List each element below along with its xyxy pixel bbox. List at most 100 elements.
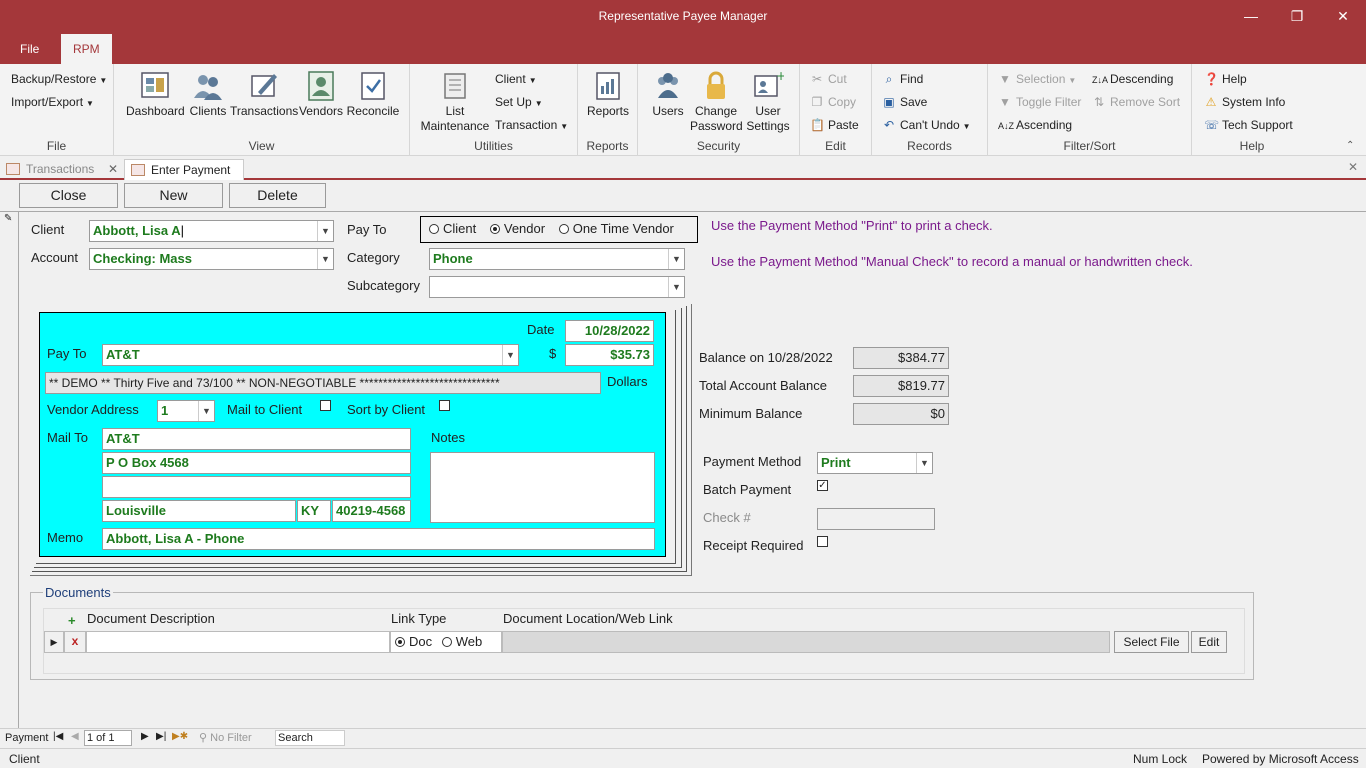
state-field[interactable]: KY [297, 500, 331, 522]
chevron-down-icon[interactable]: ▼ [668, 277, 684, 297]
close-window-button[interactable]: ✕ [1320, 0, 1366, 32]
copy-button[interactable]: ❐ Copy [810, 93, 856, 111]
edit-document-button[interactable]: Edit [1191, 631, 1227, 653]
chevron-down-icon[interactable]: ▼ [916, 453, 932, 473]
link-web-radio[interactable]: Web [441, 634, 482, 649]
first-record-icon[interactable]: |◀ [53, 731, 63, 742]
record-selector[interactable]: ✎ [0, 212, 19, 728]
date-field[interactable]: 10/28/2022 [565, 320, 654, 342]
list-maintenance-icon [439, 70, 471, 102]
city-field[interactable]: Louisville [102, 500, 296, 522]
descending-button[interactable]: Z↓A Descending [1092, 70, 1173, 88]
find-button[interactable]: ⌕ Find [882, 70, 924, 88]
mail-to-client-checkbox[interactable] [320, 400, 331, 411]
help-button[interactable]: ❓ Help [1204, 70, 1247, 88]
payto-client-radio[interactable]: Client [429, 221, 476, 236]
tab-rpm[interactable]: RPM [61, 34, 112, 64]
import-export-button[interactable]: Import/Export ▼ [11, 93, 94, 111]
paste-button[interactable]: 📋 Paste [810, 116, 859, 134]
current-record-field[interactable]: 1 of 1 [84, 730, 132, 746]
minimize-button[interactable]: — [1228, 0, 1274, 32]
ribbon: Backup/Restore ▼ Import/Export ▼ File Dash… [0, 64, 1366, 156]
pencil-icon: ✎ [4, 213, 13, 224]
undo-button[interactable]: ↶ Can't Undo ▼ [882, 116, 971, 134]
collapse-ribbon-icon[interactable]: ⌃ [1346, 140, 1354, 151]
users-button[interactable]: Users [646, 70, 690, 119]
next-record-icon[interactable]: ▶ [141, 731, 149, 742]
no-filter-button[interactable]: ⚲ No Filter [199, 731, 252, 744]
document-description-field[interactable] [86, 631, 390, 653]
remove-sort-button[interactable]: ⇅ Remove Sort [1092, 93, 1180, 111]
search-input[interactable]: Search [275, 730, 345, 746]
clients-button[interactable]: Clients [186, 70, 230, 119]
setup-menu-button[interactable]: Set Up ▼ [495, 93, 543, 111]
mail-line1-field[interactable]: AT&T [102, 428, 411, 450]
reconcile-button[interactable]: Reconcile [344, 70, 402, 119]
transactions-button[interactable]: Transactions [230, 70, 298, 119]
group-label-security: Security [696, 139, 741, 153]
change-password-button[interactable]: Change Password [690, 70, 743, 134]
zip-field[interactable]: 40219-4568 [332, 500, 411, 522]
receipt-required-label: Receipt Required [703, 538, 804, 553]
doc-tab-transactions[interactable]: Transactions ✕ [0, 159, 124, 180]
tab-file[interactable]: File [8, 34, 51, 64]
amount-field[interactable]: $35.73 [565, 344, 654, 366]
new-record-icon[interactable]: ▶✱ [172, 731, 188, 742]
mail-line2-field[interactable]: P O Box 4568 [102, 452, 411, 474]
document-location-field [502, 631, 1110, 653]
chevron-down-icon[interactable]: ▼ [317, 249, 333, 269]
payment-method-combo[interactable]: Print ▼ [817, 452, 933, 474]
backup-restore-button[interactable]: Backup/Restore ▼ [11, 70, 107, 88]
vendor-address-combo[interactable]: 1 ▼ [157, 400, 215, 422]
memo-field[interactable]: Abbott, Lisa A - Phone [102, 528, 655, 550]
row-selector-icon[interactable]: ▶ [44, 631, 64, 653]
ascending-button[interactable]: A↓Z Ascending [998, 116, 1072, 134]
subcategory-combo[interactable]: ▼ [429, 276, 685, 298]
close-tab-icon[interactable]: ✕ [108, 159, 118, 179]
add-document-icon[interactable]: + [68, 613, 76, 628]
check-payto-label: Pay To [47, 346, 87, 361]
dashboard-button[interactable]: Dashboard [126, 70, 185, 119]
restore-button[interactable]: ❐ [1274, 0, 1320, 32]
batch-payment-checkbox[interactable]: ✓ [817, 480, 828, 491]
chevron-down-icon[interactable]: ▼ [502, 345, 518, 365]
notes-field[interactable] [430, 452, 655, 523]
close-document-icon[interactable]: ✕ [1348, 160, 1358, 174]
payment-method-label: Payment Method [703, 454, 802, 469]
transaction-menu-button[interactable]: Transaction ▼ [495, 116, 568, 134]
receipt-required-checkbox[interactable] [817, 536, 828, 547]
close-button[interactable]: Close [19, 183, 118, 208]
copy-icon: ❐ [811, 95, 823, 109]
link-doc-radio[interactable]: Doc [395, 634, 432, 649]
user-settings-button[interactable]: + User Settings [742, 69, 794, 134]
previous-record-icon[interactable]: ◀ [71, 731, 79, 742]
account-combo[interactable]: Checking: Mass ▼ [89, 248, 334, 270]
last-record-icon[interactable]: ▶| [156, 731, 166, 742]
window-title: Representative Payee Manager [598, 9, 768, 23]
client-menu-button[interactable]: Client ▼ [495, 70, 537, 88]
select-file-button[interactable]: Select File [1114, 631, 1189, 653]
delete-document-icon[interactable]: x [64, 631, 86, 653]
save-button[interactable]: ▣ Save [882, 93, 927, 111]
system-info-button[interactable]: ⚠ System Info [1204, 93, 1286, 111]
payto-one-time-vendor-radio[interactable]: One Time Vendor [558, 221, 674, 236]
delete-button[interactable]: Delete [229, 183, 326, 208]
cut-button[interactable]: ✂ Cut [810, 70, 847, 88]
category-combo[interactable]: Phone ▼ [429, 248, 685, 270]
mail-line3-field[interactable] [102, 476, 411, 498]
payto-vendor-radio[interactable]: Vendor [489, 221, 545, 236]
sort-by-client-checkbox[interactable] [439, 400, 450, 411]
new-button[interactable]: New [124, 183, 223, 208]
vendors-button[interactable]: Vendors [298, 70, 344, 119]
chevron-down-icon[interactable]: ▼ [668, 249, 684, 269]
reports-button[interactable]: Reports [584, 70, 632, 119]
check-payto-combo[interactable]: AT&T ▼ [102, 344, 519, 366]
toggle-filter-button[interactable]: ▼ Toggle Filter [998, 93, 1081, 111]
client-combo[interactable]: Abbott, Lisa A| ▼ [89, 220, 334, 242]
list-maintenance-button[interactable]: List Maintenance [418, 70, 492, 134]
tech-support-button[interactable]: ☏ Tech Support [1204, 116, 1293, 134]
selection-button[interactable]: ▼ Selection ▼ [998, 70, 1076, 88]
chevron-down-icon[interactable]: ▼ [198, 401, 214, 421]
doc-tab-enter-payment[interactable]: Enter Payment [124, 159, 244, 180]
chevron-down-icon[interactable]: ▼ [317, 221, 333, 241]
